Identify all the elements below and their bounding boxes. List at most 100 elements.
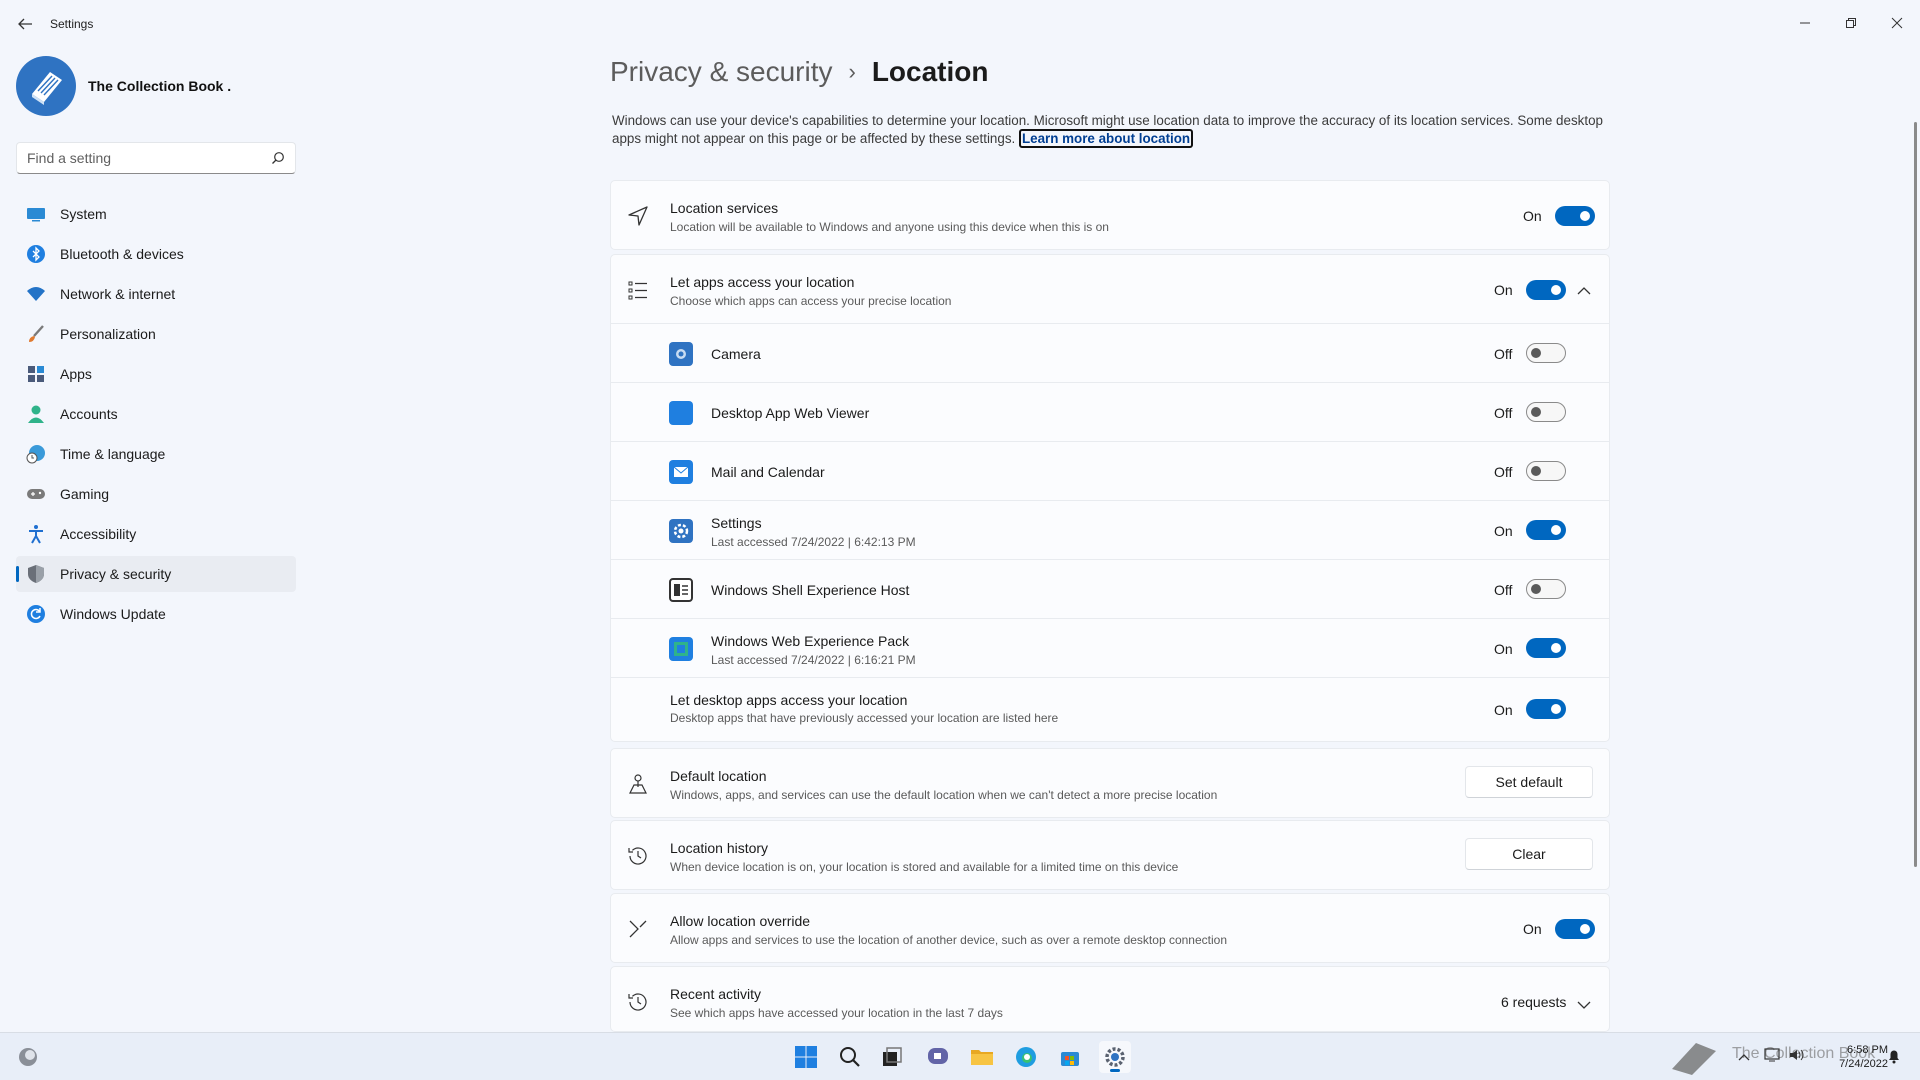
app-row-shell-experience-host: Windows Shell Experience Host Off <box>611 559 1609 618</box>
app-toggle-shell-experience-host[interactable] <box>1526 579 1566 599</box>
sidebar-item-label: Privacy & security <box>60 566 172 582</box>
mail-app-icon <box>669 460 693 484</box>
chevron-up-icon[interactable] <box>1577 283 1591 301</box>
chevron-down-icon[interactable] <box>1577 997 1591 1015</box>
sidebar-item-accessibility[interactable]: Accessibility <box>16 516 296 552</box>
desktop-apps-toggle[interactable] <box>1526 699 1566 719</box>
edge-icon[interactable] <box>1010 1041 1042 1073</box>
app-toggle-camera[interactable] <box>1526 343 1566 363</box>
recent-activity-title: Recent activity <box>670 986 762 1002</box>
chevron-up-icon[interactable] <box>1738 1049 1750 1067</box>
shield-icon <box>26 564 46 584</box>
search-box[interactable] <box>16 142 296 174</box>
camera-app-icon <box>669 342 693 366</box>
monitor-icon[interactable] <box>1764 1047 1780 1068</box>
settings-app-icon <box>669 519 693 543</box>
override-icon <box>627 918 649 940</box>
app-toggle-settings[interactable] <box>1526 520 1566 540</box>
sidebar-item-label: Accounts <box>60 406 118 422</box>
default-location-row: Default location Windows, apps, and serv… <box>611 749 1609 817</box>
store-icon[interactable] <box>1054 1041 1086 1073</box>
app-state: Off <box>1494 582 1513 598</box>
start-icon[interactable] <box>790 1041 822 1073</box>
person-icon <box>26 404 46 424</box>
sidebar-item-personalization[interactable]: Personalization <box>16 316 296 352</box>
list-icon <box>627 279 649 301</box>
location-override-title: Allow location override <box>670 913 811 929</box>
apps-access-state: On <box>1494 282 1513 298</box>
clock-time: 6:58 PM <box>1847 1044 1888 1056</box>
learn-more-link[interactable]: Learn more about location <box>1018 129 1194 148</box>
gamepad-icon <box>26 484 46 504</box>
location-override-card: Allow location override Allow apps and s… <box>610 893 1610 963</box>
profile[interactable]: The Collection Book . <box>16 56 231 116</box>
task-view-icon[interactable] <box>876 1041 908 1073</box>
recent-activity-count: 6 requests <box>1501 994 1567 1010</box>
chat-icon[interactable] <box>922 1041 954 1073</box>
default-location-title: Default location <box>670 768 767 784</box>
avatar <box>16 56 76 116</box>
location-services-title: Location services <box>670 200 779 216</box>
location-services-state: On <box>1523 208 1542 224</box>
sidebar-item-windows-update[interactable]: Windows Update <box>16 596 296 632</box>
file-explorer-icon[interactable] <box>966 1041 998 1073</box>
apps-access-title: Let apps access your location <box>670 274 855 290</box>
clear-history-button[interactable]: Clear <box>1465 838 1593 870</box>
location-override-state: On <box>1523 921 1542 937</box>
clock-date: 7/24/2022 <box>1839 1058 1888 1070</box>
sidebar-item-label: Accessibility <box>60 526 137 542</box>
search-icon[interactable] <box>271 151 285 165</box>
settings-icon[interactable] <box>1099 1041 1131 1073</box>
app-toggle-desktop-web-viewer[interactable] <box>1526 402 1566 422</box>
app-last-accessed: Last accessed 7/24/2022 | 6:16:21 PM <box>711 653 916 667</box>
widgets-icon[interactable] <box>12 1041 44 1073</box>
person-pin-icon <box>627 773 649 795</box>
set-default-button[interactable]: Set default <box>1465 766 1593 798</box>
minimize-icon[interactable] <box>1782 8 1828 38</box>
sidebar-item-gaming[interactable]: Gaming <box>16 476 296 512</box>
navigation-arrow-icon <box>627 205 649 227</box>
location-history-subtitle: When device location is on, your locatio… <box>670 860 1179 874</box>
app-name: Windows Shell Experience Host <box>711 582 910 598</box>
monitor-icon <box>26 204 46 224</box>
location-override-toggle[interactable] <box>1555 919 1595 939</box>
app-state: On <box>1494 641 1513 657</box>
close-icon[interactable] <box>1874 8 1920 38</box>
sidebar-item-system[interactable]: System <box>16 196 296 232</box>
sidebar-nav: System Bluetooth & devices Network & int… <box>16 196 296 636</box>
notification-icon[interactable] <box>1886 1048 1902 1069</box>
app-state: On <box>1494 523 1513 539</box>
app-toggle-web-experience-pack[interactable] <box>1526 638 1566 658</box>
history-icon <box>627 991 649 1013</box>
app-state: Off <box>1494 346 1513 362</box>
globe-clock-icon <box>26 444 46 464</box>
clock[interactable]: 6:58 PM 7/24/2022 <box>1818 1043 1888 1071</box>
arrow-left-icon[interactable] <box>14 13 36 35</box>
default-location-card: Default location Windows, apps, and serv… <box>610 748 1610 818</box>
sidebar-item-label: Gaming <box>60 486 110 502</box>
sidebar-item-accounts[interactable]: Accounts <box>16 396 296 432</box>
sidebar-item-bluetooth[interactable]: Bluetooth & devices <box>16 236 296 272</box>
restore-icon[interactable] <box>1828 8 1874 38</box>
app-toggle-mail-calendar[interactable] <box>1526 461 1566 481</box>
apps-access-row[interactable]: Let apps access your location Choose whi… <box>611 255 1609 323</box>
scrollbar[interactable] <box>1914 122 1917 867</box>
apps-access-toggle[interactable] <box>1526 280 1566 300</box>
location-services-toggle[interactable] <box>1555 206 1595 226</box>
breadcrumb-parent[interactable]: Privacy & security <box>610 56 833 88</box>
sidebar-item-privacy-security[interactable]: Privacy & security <box>16 556 296 592</box>
sidebar-item-apps[interactable]: Apps <box>16 356 296 392</box>
recent-activity-card[interactable]: Recent activity See which apps have acce… <box>610 966 1610 1032</box>
sidebar-item-network[interactable]: Network & internet <box>16 276 296 312</box>
search-input[interactable] <box>17 143 257 173</box>
search-icon[interactable] <box>834 1041 866 1073</box>
book-icon <box>1668 1039 1720 1080</box>
sidebar-item-time-language[interactable]: Time & language <box>16 436 296 472</box>
taskbar: The Collection Book 6:58 PM 7/24/2022 <box>0 1032 1920 1080</box>
app-row-mail-calendar: Mail and Calendar Off <box>611 441 1609 500</box>
location-override-subtitle: Allow apps and services to use the locat… <box>670 933 1227 947</box>
page-description: Windows can use your device's capabiliti… <box>612 112 1612 148</box>
recent-activity-row[interactable]: Recent activity See which apps have acce… <box>611 967 1609 1031</box>
breadcrumb-separator: › <box>848 59 856 84</box>
speaker-icon[interactable] <box>1788 1047 1804 1068</box>
